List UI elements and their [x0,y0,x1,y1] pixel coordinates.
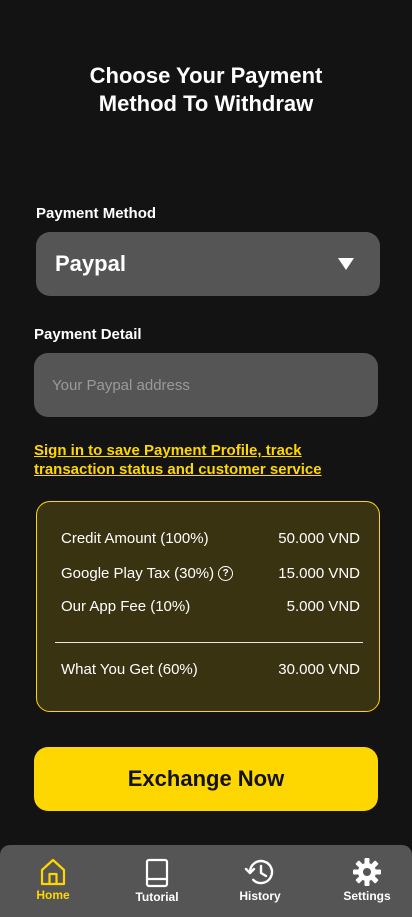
page-title-line-2: Method To Withdraw [98,91,314,116]
summary-row-value: 5.000 VND [286,598,360,615]
nav-label-tutorial: Tutorial [135,890,179,904]
home-icon [40,858,66,886]
caret-down-icon [338,258,354,270]
summary-row-fee: Our App Fee (10%) 5.000 VND [61,598,360,615]
summary-row-value: 15.000 VND [278,565,360,582]
summary-row-credit: Credit Amount (100%) 50.000 VND [61,530,360,547]
nav-item-settings[interactable]: Settings [327,845,407,917]
summary-row-label: Credit Amount (100%) [61,530,209,547]
summary-row-total: What You Get (60%) 30.000 VND [61,661,360,678]
page-title-line-1: Choose Your Payment [89,63,323,88]
page-title: Choose Your Payment Method To Withdraw [0,62,412,118]
payment-detail-input[interactable] [34,353,378,417]
history-icon [244,859,274,885]
signin-link[interactable]: Sign in to save Payment Profile, track t… [34,441,364,479]
withdraw-screen: Choose Your Payment Method To Withdraw P… [0,0,412,917]
summary-total-label: What You Get (60%) [61,661,198,678]
bottom-nav: Home Tutorial History Settings [0,845,412,917]
book-icon [145,858,169,888]
nav-item-home[interactable]: Home [13,845,93,917]
nav-item-tutorial[interactable]: Tutorial [117,845,197,917]
summary-row-label: Our App Fee (10%) [61,598,191,615]
summary-row-label: Google Play Tax (30%) [61,565,215,582]
payment-detail-label: Payment Detail [34,326,142,343]
payment-method-value: Paypal [55,251,126,276]
nav-item-history[interactable]: History [220,845,300,917]
gear-icon [353,858,381,886]
summary-total-value: 30.000 VND [278,661,360,678]
summary-divider [55,642,363,643]
summary-row-tax: Google Play Tax (30%) ? 15.000 VND [61,565,360,582]
payment-summary-card: Credit Amount (100%) 50.000 VND Google P… [36,501,380,712]
exchange-now-button[interactable]: Exchange Now [34,747,378,811]
nav-label-home: Home [36,888,70,902]
payment-method-select[interactable]: Paypal [36,232,380,296]
summary-row-value: 50.000 VND [278,530,360,547]
nav-label-settings: Settings [343,889,391,903]
payment-method-label: Payment Method [36,205,157,222]
nav-label-history: History [239,889,281,903]
question-icon[interactable]: ? [218,566,234,581]
